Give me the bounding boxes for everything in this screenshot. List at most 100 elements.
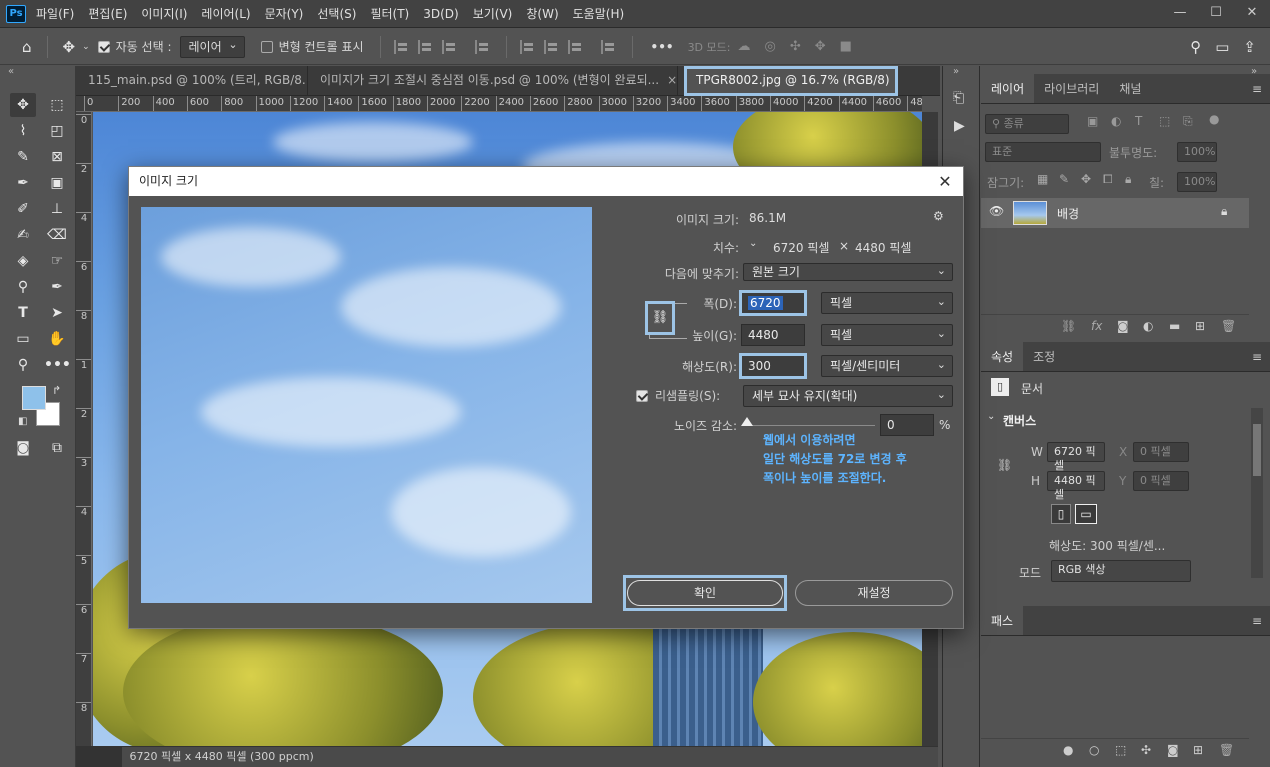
opacity-field[interactable]: 100% xyxy=(1177,142,1217,162)
tab-adjustments[interactable]: 조정 xyxy=(1023,342,1065,371)
landscape-icon[interactable]: ▭ xyxy=(1075,504,1097,524)
auto-select-checkbox[interactable] xyxy=(97,40,110,53)
delete-layer-icon[interactable]: 🗑︎ xyxy=(1221,319,1236,333)
expand-icon[interactable]: » xyxy=(953,66,959,77)
resolution-unit-select[interactable]: 픽셀/센티미터 xyxy=(821,355,953,377)
auto-select-dropdown[interactable]: 레이어 xyxy=(179,35,245,58)
distribute-vertical-icon[interactable] xyxy=(600,39,615,54)
share-icon[interactable]: ⇪ xyxy=(1243,38,1256,56)
minimize-icon[interactable]: — xyxy=(1162,2,1198,24)
portrait-icon[interactable]: ▯ xyxy=(1051,504,1071,524)
pen-tool-icon[interactable]: ✒ xyxy=(44,275,70,299)
dodge-tool-icon[interactable]: ⚲ xyxy=(10,275,36,299)
camera-3d-icon[interactable]: ■ xyxy=(840,39,852,54)
layer-row[interactable]: 👁︎ 배경 🔒︎ xyxy=(981,198,1249,228)
frame-tool-icon[interactable]: ▣ xyxy=(44,171,70,195)
filter-toggle-icon[interactable]: ● xyxy=(1209,112,1219,126)
menu-file[interactable]: 파일(F) xyxy=(36,5,74,22)
tab-libraries[interactable]: 라이브러리 xyxy=(1034,74,1109,103)
new-group-icon[interactable]: ▬ xyxy=(1169,319,1180,333)
align-top-icon[interactable] xyxy=(519,39,534,54)
search-icon[interactable]: ⚲ xyxy=(1190,38,1201,56)
menu-image[interactable]: 이미지(I) xyxy=(141,5,187,22)
screen-mode-icon[interactable]: ⧉ xyxy=(44,436,70,460)
tab-paths[interactable]: 패스 xyxy=(981,606,1024,635)
canvas-y-field[interactable]: 0 픽셀 xyxy=(1133,471,1189,491)
filter-adjust-icon[interactable]: ◐ xyxy=(1111,114,1121,128)
height-input[interactable]: 4480 xyxy=(741,324,805,346)
lock-transparent-icon[interactable]: ▦ xyxy=(1037,172,1048,186)
align-bottom-icon[interactable] xyxy=(567,39,582,54)
foreground-color-swatch[interactable] xyxy=(22,386,46,410)
quick-mask-icon[interactable]: ◙ xyxy=(10,436,36,460)
paint-bucket-icon[interactable]: ◈ xyxy=(10,249,36,273)
fit-to-select[interactable]: 원본 크기 xyxy=(743,263,953,281)
align-left-icon[interactable] xyxy=(393,39,408,54)
crop-tool-icon[interactable]: ⊠ xyxy=(44,145,70,169)
lock-move-icon[interactable]: ✥ xyxy=(1081,172,1091,186)
make-work-path-icon[interactable]: ✣ xyxy=(1141,743,1151,757)
workspace-icon[interactable]: ▭ xyxy=(1215,38,1229,56)
smudge-tool-icon[interactable]: ☞ xyxy=(44,249,70,273)
collapse-icon[interactable]: « xyxy=(8,66,14,77)
chevron-down-icon[interactable]: ⌄ xyxy=(749,238,757,249)
panel-menu-icon[interactable]: ≡ xyxy=(1252,606,1262,635)
filter-pixel-icon[interactable]: ▣ xyxy=(1087,114,1098,128)
menu-view[interactable]: 보기(V) xyxy=(473,5,513,22)
lock-artboard-icon[interactable]: ⧠ xyxy=(1103,172,1113,187)
link-layers-icon[interactable]: ⛓ xyxy=(1061,319,1076,333)
eraser-tool-icon[interactable]: ⌫ xyxy=(44,223,70,247)
chevron-down-icon[interactable]: ⌄ xyxy=(987,411,995,422)
close-window-icon[interactable]: ✕ xyxy=(1234,2,1270,24)
load-selection-icon[interactable]: ⬚ xyxy=(1115,743,1126,757)
menu-filter[interactable]: 필터(T) xyxy=(370,5,409,22)
tab-pivot-move[interactable]: 이미지가 크기 조절시 중심점 이동.psd @ 100% (변형이 완료되..… xyxy=(308,66,678,96)
add-mask-icon[interactable]: ◙ xyxy=(1167,743,1179,757)
blend-mode-select[interactable]: 표준 xyxy=(985,142,1101,162)
close-icon[interactable]: ✕ xyxy=(935,167,955,196)
menu-window[interactable]: 창(W) xyxy=(526,5,558,22)
actions-play-icon[interactable]: ▶ xyxy=(954,118,965,134)
reset-button[interactable]: 재설정 xyxy=(795,580,953,606)
home-icon[interactable]: ⌂ xyxy=(22,38,32,56)
gear-icon[interactable]: ⚙ xyxy=(933,209,944,223)
tab-tpgr8002[interactable]: TPGR8002.jpg @ 16.7% (RGB/8)× xyxy=(684,66,898,96)
menu-type[interactable]: 문자(Y) xyxy=(265,5,304,22)
canvas-x-field[interactable]: 0 픽셀 xyxy=(1133,442,1189,462)
resolution-input[interactable]: 300 xyxy=(739,353,807,379)
visibility-eye-icon[interactable]: 👁︎ xyxy=(989,204,1004,218)
fill-field[interactable]: 100% xyxy=(1177,172,1217,192)
transform-controls-checkbox[interactable] xyxy=(260,40,273,53)
menu-select[interactable]: 선택(S) xyxy=(317,5,356,22)
quick-select-icon[interactable]: ✎ xyxy=(10,145,36,169)
fill-path-icon[interactable]: ● xyxy=(1063,743,1073,757)
new-layer-icon[interactable]: ⊞ xyxy=(1195,319,1205,333)
menu-help[interactable]: 도움말(H) xyxy=(573,5,625,22)
roll-3d-icon[interactable]: ◎ xyxy=(764,39,775,54)
tab-channels[interactable]: 채널 xyxy=(1109,74,1151,103)
adjustment-layer-icon[interactable]: ◐ xyxy=(1143,319,1153,333)
lock-paint-icon[interactable]: ✎ xyxy=(1059,172,1069,186)
width-input[interactable]: 6720 xyxy=(739,290,807,316)
more-options-icon[interactable]: ••• xyxy=(651,40,674,54)
chevron-down-icon[interactable]: ⌄ xyxy=(82,42,90,52)
swap-colors-icon[interactable]: ↱ xyxy=(52,384,61,397)
delete-path-icon[interactable]: 🗑︎ xyxy=(1219,743,1234,757)
brush-tool-icon[interactable]: ✐ xyxy=(10,197,36,221)
pan-3d-icon[interactable]: ✣ xyxy=(790,39,801,54)
resample-method-select[interactable]: 세부 묘사 유지(확대) xyxy=(743,385,953,407)
history-icon[interactable]: ⎗ xyxy=(953,90,964,106)
add-mask-icon[interactable]: ◙ xyxy=(1117,319,1129,333)
filter-type-icon[interactable]: T xyxy=(1135,114,1142,128)
object-select-icon[interactable]: ◰ xyxy=(44,119,70,143)
filter-shape-icon[interactable]: ⬚ xyxy=(1159,114,1170,128)
healing-brush-icon[interactable]: ✍ xyxy=(10,223,36,247)
move-tool-icon[interactable]: ✥ xyxy=(10,93,36,117)
menu-3d[interactable]: 3D(D) xyxy=(423,7,458,21)
lock-all-icon[interactable]: 🔒︎ xyxy=(1125,172,1131,187)
type-tool-icon[interactable]: T xyxy=(10,301,36,325)
new-path-icon[interactable]: ⊞ xyxy=(1193,743,1203,757)
default-colors-icon[interactable]: ◧ xyxy=(18,416,27,427)
zoom-tool-icon[interactable]: ⚲ xyxy=(10,353,36,377)
panel-menu-icon[interactable]: ≡ xyxy=(1252,342,1262,371)
